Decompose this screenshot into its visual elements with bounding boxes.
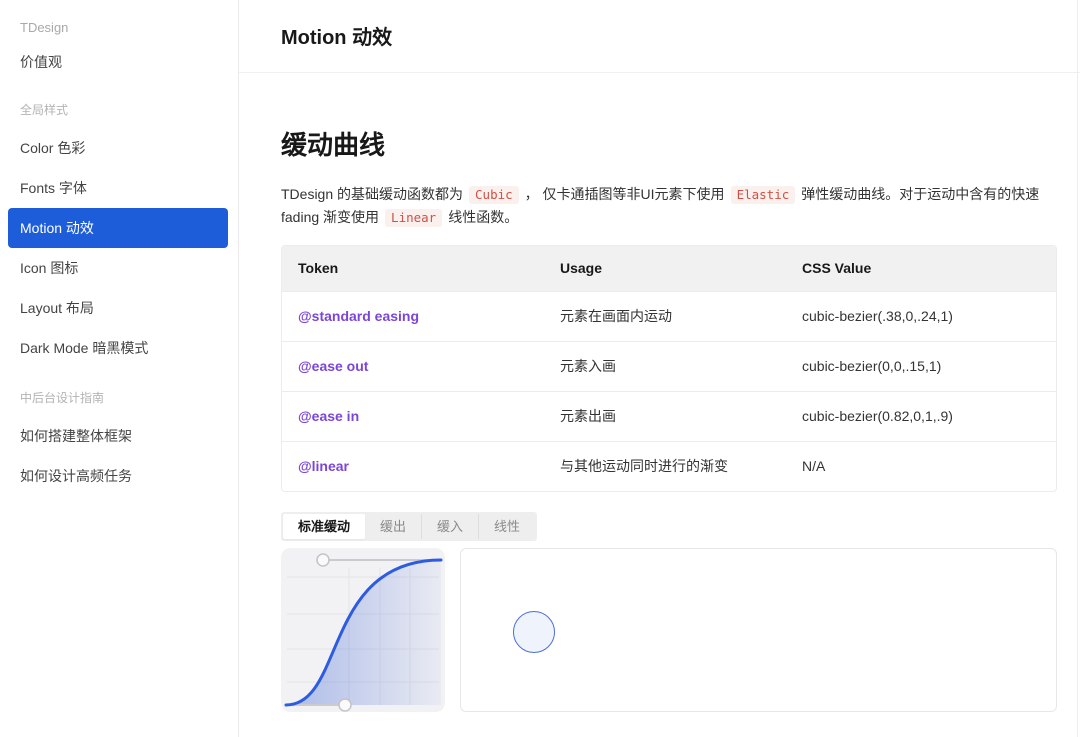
- column-header-css-value: CSS Value: [786, 246, 1056, 291]
- main-area: Motion 动效 缓动曲线 TDesign 的基础缓动函数都为 Cubic ， 仅…: [239, 0, 1080, 737]
- table-row: @standard easing 元素在画面内运动 cubic-bezier(.…: [282, 291, 1056, 341]
- css-value-cell: cubic-bezier(0.82,0,1,.9): [786, 391, 1056, 441]
- demo-panel: [460, 548, 1057, 712]
- sidebar-item-dark-mode[interactable]: Dark Mode 暗黑模式: [0, 328, 238, 368]
- intro-text: TDesign 的基础缓动函数都为: [281, 186, 463, 202]
- column-header-token: Token: [282, 246, 544, 291]
- usage-cell: 元素入画: [544, 341, 786, 391]
- intro-text: ， 仅卡通插图等非UI元素下使用: [525, 186, 725, 202]
- tab-ease-in[interactable]: 缓入: [421, 514, 478, 539]
- preview-panels: [281, 548, 1057, 712]
- app-window: TDesign 价值观 全局样式 Color 色彩 Fonts 字体 Motio…: [0, 0, 1080, 737]
- intro-paragraph: TDesign 的基础缓动函数都为 Cubic ， 仅卡通插图等非UI元素下使用 El…: [281, 183, 1057, 229]
- sidebar-item-motion[interactable]: Motion 动效: [8, 208, 228, 248]
- sidebar-item-framework[interactable]: 如何搭建整体框架: [0, 416, 238, 456]
- inline-code-cubic: Cubic: [469, 186, 519, 204]
- table-row: @ease in 元素出画 cubic-bezier(0.82,0,1,.9): [282, 391, 1056, 441]
- page-title: Motion 动效: [281, 24, 1080, 52]
- token-link[interactable]: @ease in: [282, 391, 544, 441]
- css-value-cell: cubic-bezier(.38,0,.24,1): [786, 291, 1056, 341]
- usage-cell: 元素出画: [544, 391, 786, 441]
- usage-cell: 元素在画面内运动: [544, 291, 786, 341]
- sidebar-item-color[interactable]: Color 色彩: [0, 128, 238, 168]
- css-value-cell: N/A: [786, 441, 1056, 491]
- brand-label: TDesign: [0, 18, 238, 38]
- page-header: Motion 动效: [239, 0, 1080, 73]
- tab-ease-out[interactable]: 缓出: [365, 514, 421, 539]
- tab-linear[interactable]: 线性: [478, 514, 535, 539]
- usage-cell: 与其他运动同时进行的渐变: [544, 441, 786, 491]
- curve-handle-start[interactable]: [339, 699, 351, 711]
- easing-tabs: 标准缓动 缓出 缓入 线性: [281, 512, 537, 541]
- sidebar-item-layout[interactable]: Layout 布局: [0, 288, 238, 328]
- easing-table: Token Usage CSS Value @standard easing 元…: [281, 245, 1057, 492]
- table-row: @ease out 元素入画 cubic-bezier(0,0,.15,1): [282, 341, 1056, 391]
- scrollbar-track-edge: [1077, 0, 1078, 737]
- sidebar-item-tasks[interactable]: 如何设计高频任务: [0, 456, 238, 496]
- bezier-curve-svg: [281, 548, 445, 712]
- table-row: @linear 与其他运动同时进行的渐变 N/A: [282, 441, 1056, 491]
- table-header-row: Token Usage CSS Value: [282, 246, 1056, 291]
- demo-ball: [513, 611, 555, 653]
- sidebar-item-icon[interactable]: Icon 图标: [0, 248, 238, 288]
- section-title: 缓动曲线: [281, 127, 1057, 163]
- inline-code-elastic: Elastic: [731, 186, 796, 204]
- css-value-cell: cubic-bezier(0,0,.15,1): [786, 341, 1056, 391]
- intro-text: 线性函数。: [448, 209, 518, 225]
- sidebar: TDesign 价值观 全局样式 Color 色彩 Fonts 字体 Motio…: [0, 0, 239, 737]
- sidebar-group-label-admin-guide: 中后台设计指南: [0, 380, 238, 416]
- inline-code-linear: Linear: [385, 209, 442, 227]
- page-content: 缓动曲线 TDesign 的基础缓动函数都为 Cubic ， 仅卡通插图等非UI元素…: [239, 73, 1080, 712]
- sidebar-item-fonts[interactable]: Fonts 字体: [0, 168, 238, 208]
- column-header-usage: Usage: [544, 246, 786, 291]
- tab-standard-easing[interactable]: 标准缓动: [283, 514, 365, 539]
- bezier-curve-panel: [281, 548, 445, 712]
- sidebar-group-label-global-styles: 全局样式: [0, 92, 238, 128]
- curve-handle-end[interactable]: [317, 554, 329, 566]
- token-link[interactable]: @linear: [282, 441, 544, 491]
- token-link[interactable]: @standard easing: [282, 291, 544, 341]
- sidebar-item-values[interactable]: 价值观: [0, 42, 238, 82]
- token-link[interactable]: @ease out: [282, 341, 544, 391]
